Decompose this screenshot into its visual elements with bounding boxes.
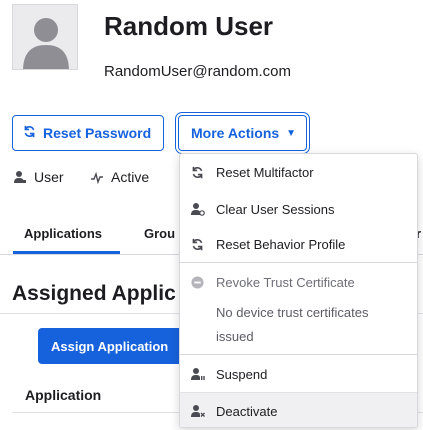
user-type: User xyxy=(13,169,64,185)
reset-password-label: Reset Password xyxy=(43,125,152,141)
user-email: RandomUser@random.com xyxy=(104,63,291,80)
user-type-label: User xyxy=(34,169,64,185)
menu-item-suspend[interactable]: Suspend xyxy=(180,356,417,392)
table-header-application[interactable]: Application xyxy=(25,387,101,403)
activity-icon xyxy=(90,170,104,184)
section-title: Assigned Applic xyxy=(12,282,176,305)
menu-item-label: Clear User Sessions xyxy=(216,201,335,217)
user-display-name: Random User xyxy=(104,11,274,41)
tab-applications[interactable]: Applications xyxy=(24,226,102,241)
user-remove-icon xyxy=(191,404,205,418)
menu-item-revoke-trust-certificate[interactable]: Revoke Trust Certificate xyxy=(180,264,417,300)
refresh-icon xyxy=(191,166,204,179)
reset-password-button[interactable]: Reset Password xyxy=(12,115,164,151)
menu-item-label: Reset Behavior Profile xyxy=(216,237,346,252)
menu-item-reset-multifactor[interactable]: Reset Multifactor xyxy=(180,154,417,190)
user-silhouette-icon xyxy=(23,18,69,69)
more-actions-menu: Reset Multifactor Clear User Sessions Re… xyxy=(179,153,418,428)
user-icon xyxy=(13,170,27,184)
user-status: Active xyxy=(90,169,149,185)
menu-item-label: Deactivate xyxy=(216,403,278,419)
menu-item-label: Reset Multifactor xyxy=(216,164,314,180)
menu-item-deactivate[interactable]: Deactivate xyxy=(180,393,417,427)
refresh-icon xyxy=(23,125,36,141)
menu-item-reset-behavior-profile[interactable]: Reset Behavior Profile xyxy=(180,227,417,263)
more-actions-label: More Actions xyxy=(191,125,280,141)
menu-item-label: Revoke Trust Certificate xyxy=(216,274,355,290)
tab-groups[interactable]: Grou xyxy=(144,226,175,241)
minus-circle-icon xyxy=(191,275,204,289)
user-pause-icon xyxy=(191,367,205,381)
caret-down-icon: ▼ xyxy=(286,127,297,139)
menu-item-label: Suspend xyxy=(216,366,268,382)
assign-applications-button[interactable]: Assign Application xyxy=(38,328,188,364)
user-clear-icon xyxy=(191,202,205,216)
menu-divider xyxy=(180,354,417,355)
menu-item-clear-user-sessions[interactable]: Clear User Sessions xyxy=(180,191,417,227)
user-status-label: Active xyxy=(111,169,150,185)
trust-certificate-note: No device trust certificates issued xyxy=(216,305,369,344)
avatar xyxy=(12,4,78,70)
more-actions-button[interactable]: More Actions ▼ xyxy=(178,115,307,151)
refresh-icon xyxy=(191,238,204,251)
